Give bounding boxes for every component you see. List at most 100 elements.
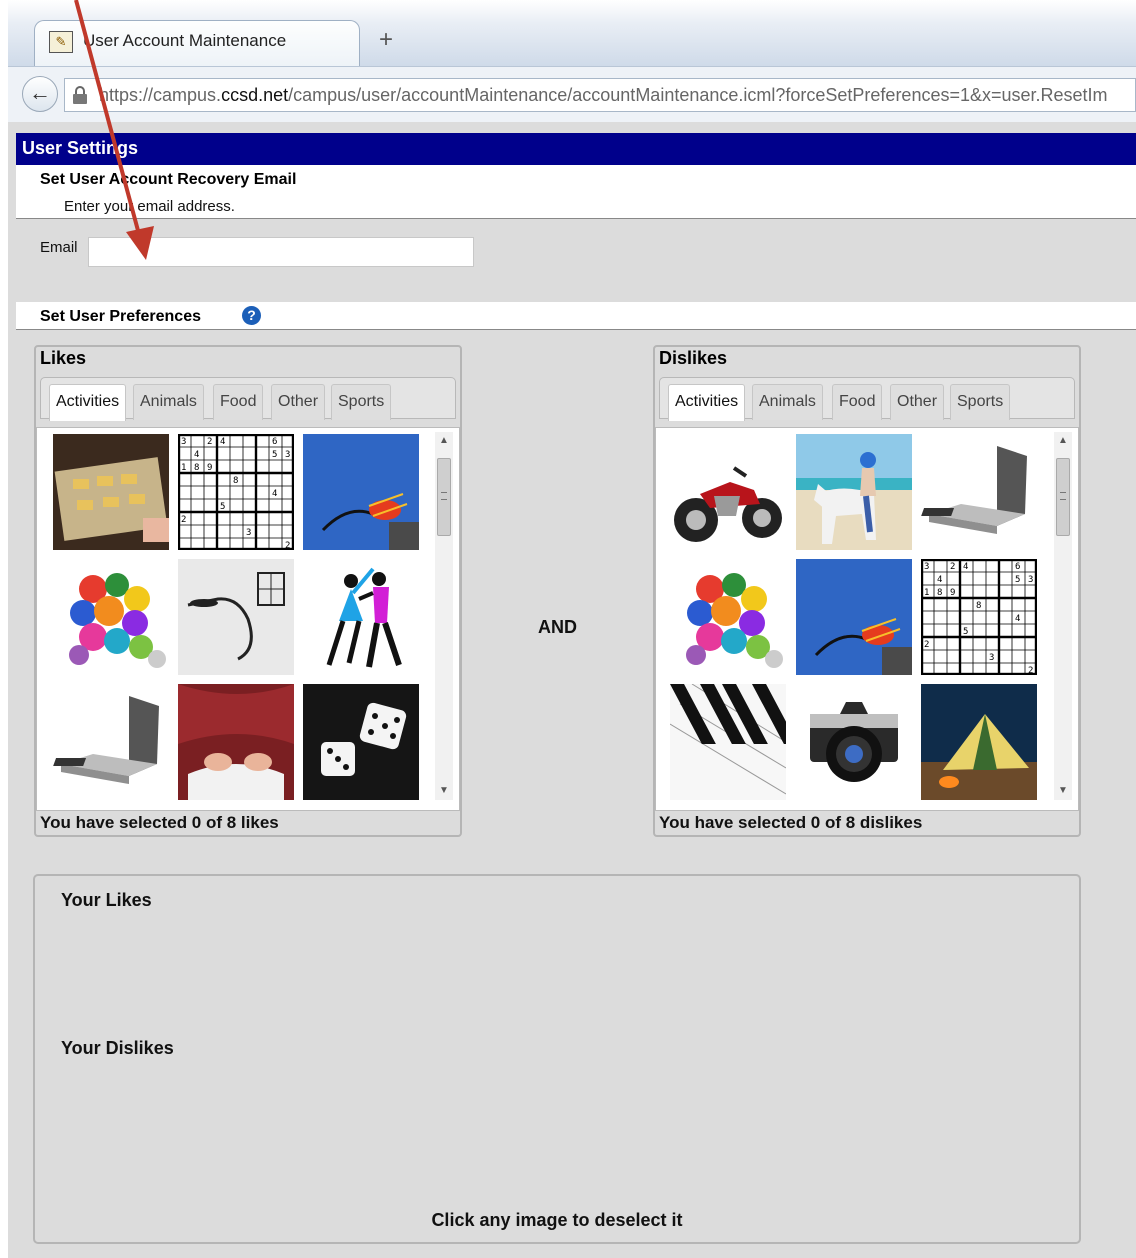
svg-text:3: 3: [285, 450, 290, 460]
back-button[interactable]: ←: [22, 76, 58, 112]
svg-text:1: 1: [181, 463, 186, 473]
svg-text:5: 5: [1015, 575, 1020, 585]
svg-text:5: 5: [220, 502, 225, 512]
svg-text:8: 8: [233, 476, 238, 486]
dislikes-image-camping-tent[interactable]: [921, 684, 1037, 800]
likes-title: Likes: [40, 348, 87, 368]
dislikes-image-puzzle-pieces[interactable]: [670, 559, 786, 675]
svg-text:9: 9: [950, 588, 955, 598]
dislikes-tab-activities[interactable]: Activities: [668, 384, 746, 421]
arrow-left-icon: ←: [29, 80, 51, 105]
svg-text:3: 3: [1028, 575, 1033, 585]
dislikes-image-grid: 3246453189845232 ▲ ▼: [655, 427, 1079, 811]
address-bar[interactable]: https://campus.ccsd.net/campus/user/acco…: [64, 78, 1136, 112]
svg-text:1: 1: [924, 588, 929, 598]
lock-icon: [73, 86, 87, 104]
dislikes-image-motorcycle[interactable]: [670, 434, 786, 550]
email-field[interactable]: [88, 237, 474, 267]
recovery-section: Set User Account Recovery Email Enter yo…: [16, 165, 1136, 219]
svg-text:2: 2: [950, 562, 955, 572]
likes-tab-animals[interactable]: Animals: [133, 384, 204, 420]
likes-tab-other[interactable]: Other: [271, 384, 326, 420]
scroll-up-icon[interactable]: ▲: [435, 432, 453, 450]
email-label: Email: [40, 239, 78, 256]
svg-text:2: 2: [1028, 666, 1033, 675]
your-dislikes-heading: Your Dislikes: [61, 1038, 174, 1058]
new-tab-button[interactable]: +: [372, 26, 400, 54]
your-likes-heading: Your Likes: [61, 890, 152, 910]
svg-text:3: 3: [246, 528, 251, 538]
dislikes-tab-sports[interactable]: Sports: [950, 384, 1011, 420]
deselect-hint: Click any image to deselect it: [431, 1210, 683, 1230]
svg-text:5: 5: [963, 627, 968, 637]
likes-image-laptop[interactable]: [53, 684, 169, 800]
dislikes-image-camera[interactable]: [796, 684, 912, 800]
dislikes-tabs: Activities Animals Food Other Sports: [659, 377, 1075, 421]
likes-image-reading-book[interactable]: [178, 684, 294, 800]
svg-text:4: 4: [272, 489, 277, 499]
dislikes-tab-animals[interactable]: Animals: [752, 384, 823, 420]
svg-text:6: 6: [272, 437, 277, 447]
preferences-heading: Set User Preferences: [40, 308, 201, 325]
help-icon[interactable]: ?: [242, 306, 261, 325]
recovery-description: Enter your email address.: [64, 198, 235, 215]
svg-text:4: 4: [937, 575, 942, 585]
likes-image-fishing-lure[interactable]: [178, 559, 294, 675]
settings-header: User Settings: [16, 133, 1136, 165]
recovery-heading: Set User Account Recovery Email: [40, 171, 297, 188]
scroll-down-icon[interactable]: ▼: [1054, 782, 1072, 800]
scroll-thumb[interactable]: [437, 458, 451, 536]
svg-text:8: 8: [937, 588, 942, 598]
svg-text:3: 3: [989, 653, 994, 663]
window-edge: [0, 0, 8, 1258]
likes-image-fishing-fly[interactable]: [303, 434, 419, 550]
dislikes-tab-other[interactable]: Other: [890, 384, 945, 420]
url-text: https://campus.ccsd.net/campus/user/acco…: [99, 85, 1108, 105]
dislikes-tab-food[interactable]: Food: [832, 384, 883, 420]
svg-text:8: 8: [194, 463, 199, 473]
likes-scrollbar[interactable]: ▲ ▼: [435, 432, 453, 800]
dislikes-image-horse-riding[interactable]: [796, 434, 912, 550]
likes-tab-sports[interactable]: Sports: [331, 384, 392, 420]
scroll-up-icon[interactable]: ▲: [1054, 432, 1072, 450]
tab-title: User Account Maintenance: [83, 31, 287, 50]
favicon-icon: ✎: [49, 31, 73, 53]
svg-text:2: 2: [207, 437, 212, 447]
browser-tab[interactable]: ✎ User Account Maintenance: [34, 20, 360, 66]
likes-tabs: Activities Animals Food Other Sports: [40, 377, 456, 421]
likes-tab-activities[interactable]: Activities: [49, 384, 127, 421]
likes-tab-food[interactable]: Food: [213, 384, 264, 420]
svg-text:3: 3: [924, 562, 929, 572]
svg-text:4: 4: [963, 562, 968, 572]
dislikes-image-laptop[interactable]: [921, 434, 1037, 550]
svg-text:2: 2: [181, 515, 186, 525]
svg-text:4: 4: [1015, 614, 1020, 624]
svg-text:5: 5: [272, 450, 277, 460]
svg-text:4: 4: [194, 450, 199, 460]
dislikes-image-sudoku[interactable]: 3246453189845232: [921, 559, 1037, 675]
likes-panel: Likes Activities Animals Food Other Spor…: [34, 345, 462, 837]
dislikes-panel: Dislikes Activities Animals Food Other S…: [653, 345, 1081, 837]
svg-text:9: 9: [207, 463, 212, 473]
dislikes-image-fishing-fly[interactable]: [796, 559, 912, 675]
likes-image-grid: 3246453189845232 ▲ ▼: [36, 427, 460, 811]
scroll-down-icon[interactable]: ▼: [435, 782, 453, 800]
likes-image-sudoku[interactable]: 3246453189845232: [178, 434, 294, 550]
dislikes-count: You have selected 0 of 8 dislikes: [659, 813, 923, 832]
preferences-header: Set User Preferences ?: [16, 302, 1136, 330]
likes-image-puzzle-pieces[interactable]: [53, 559, 169, 675]
selection-summary: Your Likes Your Dislikes Click any image…: [33, 874, 1081, 1244]
and-label: AND: [538, 617, 577, 637]
likes-image-dancing-couple[interactable]: [303, 559, 419, 675]
svg-text:2: 2: [285, 541, 290, 550]
svg-text:8: 8: [976, 601, 981, 611]
likes-image-baking-cookies[interactable]: [53, 434, 169, 550]
svg-text:2: 2: [924, 640, 929, 650]
likes-image-dice[interactable]: [303, 684, 419, 800]
dislikes-scrollbar[interactable]: ▲ ▼: [1054, 432, 1072, 800]
scroll-thumb[interactable]: [1056, 458, 1070, 536]
svg-text:3: 3: [181, 437, 186, 447]
svg-text:6: 6: [1015, 562, 1020, 572]
page-title: User Settings: [22, 138, 139, 158]
dislikes-image-piano-keys[interactable]: [670, 684, 786, 800]
